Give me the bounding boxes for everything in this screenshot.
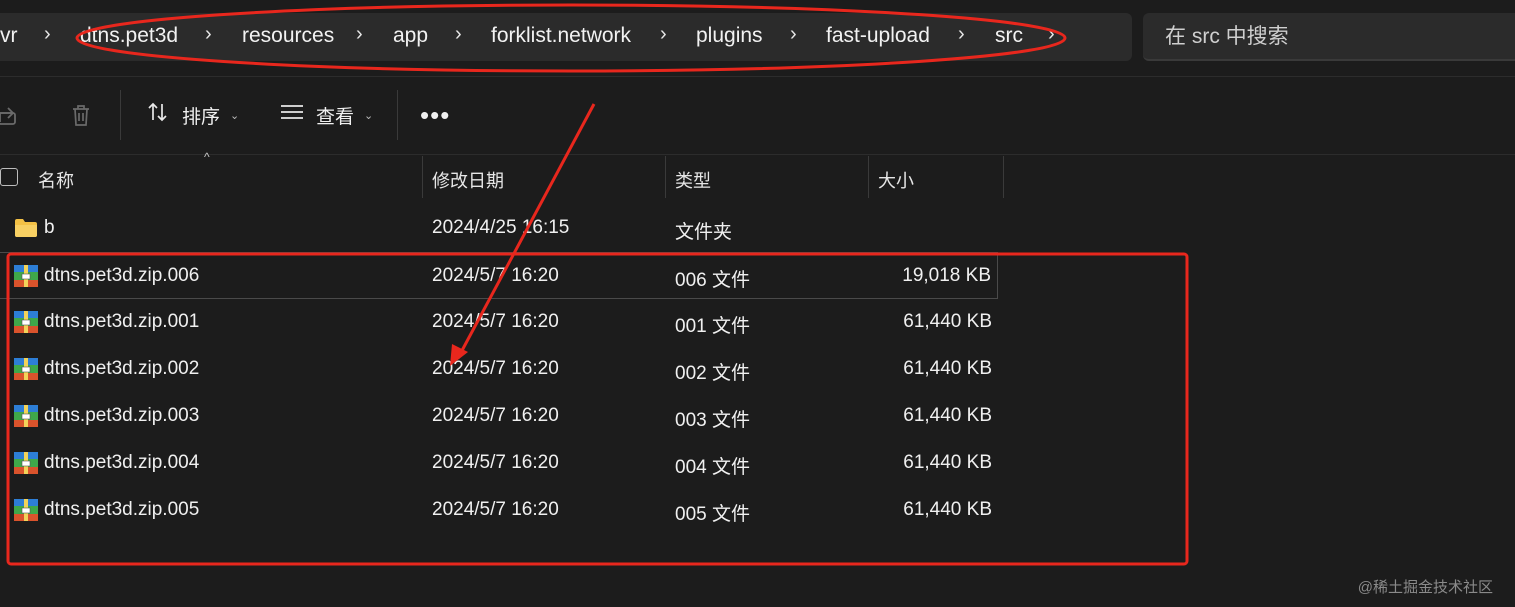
file-date: 2024/5/7 16:20 [432,311,559,332]
column-type[interactable]: 类型 [675,167,711,193]
file-date: 2024/4/25 16:15 [432,217,570,238]
folder-icon [14,217,38,239]
sort-ascending-icon: ^ [204,150,210,164]
toolbar-separator [397,90,398,140]
file-date: 2024/5/7 16:20 [432,358,559,379]
archive-icon [14,358,38,380]
list-item[interactable]: dtns.pet3d.zip.002 2024/5/7 16:20 002 文件… [0,346,1000,393]
list-item[interactable]: dtns.pet3d.zip.005 2024/5/7 16:20 005 文件… [0,487,1000,534]
archive-icon [14,311,38,333]
breadcrumb-item-resources[interactable]: resources [242,24,334,48]
file-name: dtns.pet3d.zip.006 [44,265,200,286]
list-item[interactable]: b 2024/4/25 16:15 文件夹 [0,205,1000,252]
chevron-right-icon[interactable]: › [660,23,667,46]
view-button[interactable]: 查看 ⌄ [280,96,373,134]
file-type: 005 文件 [675,504,750,525]
chevron-right-icon[interactable]: › [205,23,212,46]
search-input[interactable] [1163,21,1507,53]
file-date: 2024/5/7 16:20 [432,452,559,473]
sort-icon [146,100,170,130]
chevron-down-icon: ⌄ [230,109,240,122]
file-size: 61,440 KB [903,358,992,379]
column-header: ^ 名称 修改日期 类型 大小 [0,150,1515,198]
column-separator[interactable] [1003,156,1004,198]
command-bar: 排序 ⌄ 查看 ⌄ ••• [0,78,1515,154]
sort-button-label: 排序 [182,106,221,128]
list-item[interactable]: dtns.pet3d.zip.003 2024/5/7 16:20 003 文件… [0,393,1000,440]
breadcrumb[interactable]: vr › dtns.pet3d › resources › app › fork… [0,13,1132,61]
breadcrumb-item-src[interactable]: src [995,24,1023,48]
more-options-button[interactable]: ••• [420,100,450,131]
file-name: b [44,217,55,238]
breadcrumb-item-fast-upload[interactable]: fast-upload [826,24,930,48]
select-all-checkbox[interactable] [0,168,18,186]
list-item[interactable]: dtns.pet3d.zip.004 2024/5/7 16:20 004 文件… [0,440,1000,487]
column-separator[interactable] [665,156,666,198]
chevron-right-icon[interactable]: › [44,23,51,46]
file-size: 61,440 KB [903,405,992,426]
column-size[interactable]: 大小 [878,167,914,193]
title-bar: vr › dtns.pet3d › resources › app › fork… [0,0,1515,76]
file-size: 61,440 KB [903,311,992,332]
file-type: 文件夹 [675,222,733,243]
breadcrumb-item-app[interactable]: app [393,24,428,48]
divider [0,76,1515,77]
column-separator[interactable] [868,156,869,198]
file-type: 001 文件 [675,316,750,337]
file-name: dtns.pet3d.zip.003 [44,405,200,426]
chevron-down-icon: ⌄ [364,109,374,122]
archive-icon [14,405,38,427]
view-icon [280,100,304,130]
archive-icon [14,265,38,287]
file-type: 006 文件 [675,270,750,291]
file-size: 61,440 KB [903,452,992,473]
file-name: dtns.pet3d.zip.004 [44,452,200,473]
file-date: 2024/5/7 16:20 [432,499,559,520]
chevron-right-icon[interactable]: › [455,23,462,46]
divider [0,154,1515,155]
file-type: 003 文件 [675,410,750,431]
file-date: 2024/5/7 16:20 [432,405,559,426]
view-button-label: 查看 [316,106,355,128]
column-separator[interactable] [422,156,423,198]
search-box[interactable] [1143,13,1515,61]
breadcrumb-item-dtns-pet3d[interactable]: dtns.pet3d [80,24,178,48]
file-date: 2024/5/7 16:20 [432,265,559,286]
share-icon[interactable] [0,100,24,130]
column-date[interactable]: 修改日期 [432,167,504,193]
file-type: 002 文件 [675,363,750,384]
archive-icon [14,452,38,474]
watermark: @稀土掘金技术社区 [1357,579,1493,596]
file-name: dtns.pet3d.zip.002 [44,358,200,379]
column-name[interactable]: 名称 [38,167,74,193]
archive-icon [14,499,38,521]
breadcrumb-item-vr[interactable]: vr [0,24,18,48]
chevron-right-icon[interactable]: › [790,23,797,46]
file-name: dtns.pet3d.zip.005 [44,499,200,520]
chevron-right-icon[interactable]: › [1048,23,1055,46]
file-size: 19,018 KB [902,265,991,286]
chevron-right-icon[interactable]: › [958,23,965,46]
list-item[interactable]: dtns.pet3d.zip.006 2024/5/7 16:20 006 文件… [0,252,998,299]
sort-button[interactable]: 排序 ⌄ [146,96,239,134]
chevron-right-icon[interactable]: › [356,23,363,46]
delete-icon[interactable] [66,100,96,130]
file-size: 61,440 KB [903,499,992,520]
file-type: 004 文件 [675,457,750,478]
breadcrumb-item-forklist-network[interactable]: forklist.network [491,24,631,48]
toolbar-separator [120,90,121,140]
file-name: dtns.pet3d.zip.001 [44,311,200,332]
breadcrumb-item-plugins[interactable]: plugins [696,24,763,48]
list-item[interactable]: dtns.pet3d.zip.001 2024/5/7 16:20 001 文件… [0,299,1000,346]
